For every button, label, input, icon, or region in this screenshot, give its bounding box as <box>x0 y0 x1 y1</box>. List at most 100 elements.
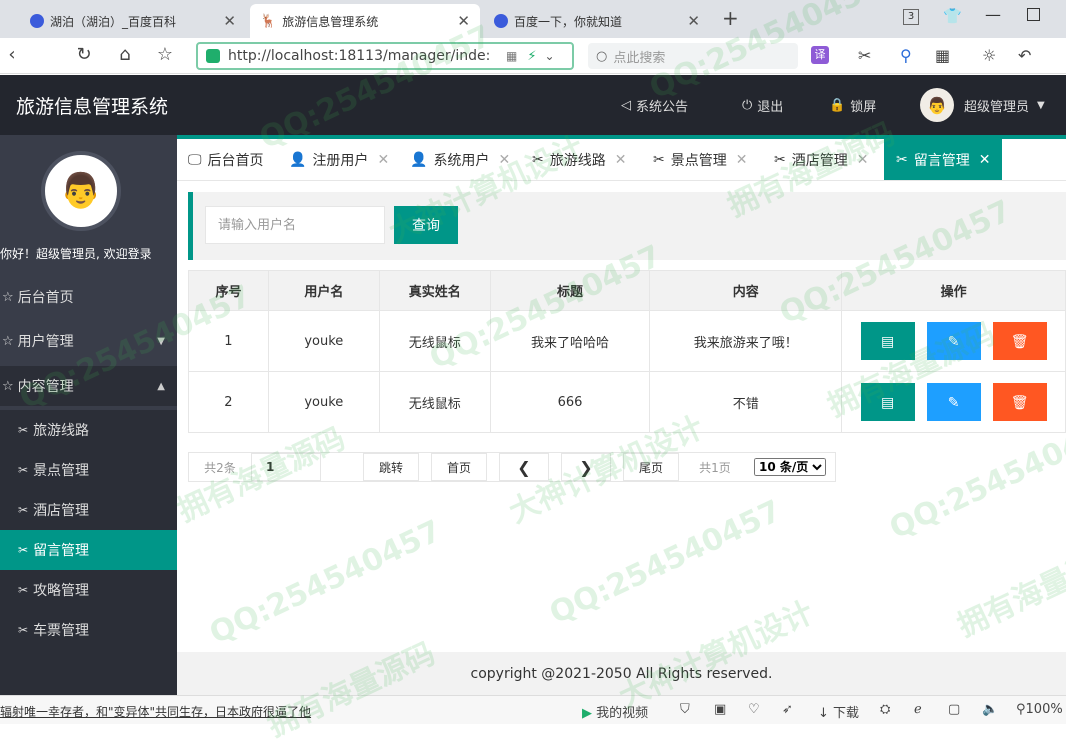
tab-home[interactable]: 🖵 后台首页 <box>188 139 264 180</box>
lightning-icon[interactable]: ⚡ <box>527 49 536 64</box>
page-size-select[interactable]: 10 条/页 <box>754 458 826 476</box>
game-icon[interactable]: ⛭ <box>880 702 890 717</box>
undo-icon[interactable]: ↶ <box>1018 46 1031 65</box>
browser-tab-title: 旅游信息管理系统 <box>282 14 379 29</box>
logout-label: 退出 <box>757 100 784 115</box>
first-page-button[interactable]: 首页 <box>431 453 487 481</box>
query-button[interactable]: 查询 <box>394 206 458 244</box>
browser-tab-baike[interactable]: 湖泊（湖泊）_百度百科 ✕ <box>20 4 246 38</box>
image-icon[interactable]: ▣ <box>714 702 726 717</box>
back-icon[interactable]: ‹ <box>0 44 24 65</box>
sidebar-item-hotel[interactable]: ✂ 酒店管理 <box>0 490 177 530</box>
star-icon[interactable]: ☆ <box>153 44 177 65</box>
browser-tab-baidu[interactable]: 百度一下，你就知道 ✕ <box>484 4 710 38</box>
tab-hotel[interactable]: ✂ 酒店管理 ✕ <box>774 139 868 180</box>
tab-count-badge[interactable]: 3 <box>903 9 919 25</box>
close-icon[interactable]: ✕ <box>457 12 470 30</box>
document-icon: ▤ <box>880 332 895 349</box>
browser-search-box[interactable]: ○ 点此搜索 <box>588 43 798 69</box>
tab-messages[interactable]: ✂ 留言管理 ✕ <box>884 139 1003 180</box>
view-button[interactable]: ▤ <box>860 322 915 360</box>
delete-button[interactable]: 🗑 <box>992 322 1047 360</box>
close-icon[interactable]: ✕ <box>687 12 700 30</box>
scissors-icon[interactable]: ✂ <box>858 46 871 65</box>
reload-icon[interactable]: ↻ <box>72 44 96 65</box>
tab-routes[interactable]: ✂ 旅游线路 ✕ <box>532 139 626 180</box>
close-icon[interactable]: ✕ <box>615 152 627 168</box>
close-icon[interactable]: ✕ <box>736 152 748 168</box>
home-icon[interactable]: ⌂ <box>113 44 137 65</box>
address-bar[interactable]: http://localhost:18113/manager/inde: ▦ ⚡… <box>196 42 574 70</box>
sidebar-item-scenic[interactable]: ✂ 景点管理 <box>0 450 177 490</box>
qr-icon[interactable]: ▦ <box>506 49 517 63</box>
maximize-icon[interactable] <box>1027 8 1040 21</box>
avatar[interactable]: 👨 <box>920 88 954 122</box>
last-page-button[interactable]: 尾页 <box>623 453 679 481</box>
lock-icon: 🔒 <box>829 98 846 113</box>
search-icon: ○ <box>596 48 608 64</box>
lock-screen-button[interactable]: 🔒 锁屏 <box>829 96 876 115</box>
edit-button[interactable]: ✎ <box>926 322 981 360</box>
heart-icon[interactable]: ♡ <box>748 702 760 717</box>
apps-grid-icon[interactable]: ▦ <box>935 46 950 65</box>
magnifier-icon[interactable]: ⚲ <box>900 46 912 65</box>
window-icon[interactable]: ▢ <box>948 702 960 717</box>
page-number-input[interactable]: 1 <box>251 453 321 481</box>
brightness-icon[interactable]: ☼ <box>982 46 996 65</box>
tools-icon: ✂ <box>18 623 29 637</box>
pencil-icon: ✎ <box>947 393 960 410</box>
browser-tab-bar: 湖泊（湖泊）_百度百科 ✕ 🦌 旅游信息管理系统 ✕ 百度一下，你就知道 ✕ +… <box>0 0 1066 38</box>
news-ticker-link[interactable]: 辐射唯一幸存者，和"变异体"共同生存，日本政府很逼了他 <box>0 703 311 720</box>
video-button[interactable]: ▶ 我的视频 <box>582 702 648 721</box>
browser-tab-active[interactable]: 🦌 旅游信息管理系统 ✕ <box>250 4 480 38</box>
notice-button[interactable]: ◁ 系统公告 <box>621 96 688 115</box>
sidebar-item-tickets[interactable]: ✂ 车票管理 <box>0 610 177 650</box>
delete-button[interactable]: 🗑 <box>992 383 1047 421</box>
sidebar-item-user-mgmt[interactable]: ☆ 用户管理 ▼ <box>0 321 177 361</box>
translate-icon[interactable]: 译 <box>811 46 829 64</box>
sidebar: 👨 你好！超级管理员, 欢迎登录 ☆ 后台首页 ☆ 用户管理 ▼ ☆ 内容管理 … <box>0 135 177 695</box>
url-text[interactable]: http://localhost:18113/manager/inde: <box>228 48 498 64</box>
shield-status-icon[interactable]: ⛉ <box>680 702 690 717</box>
next-page-button[interactable]: ❯ <box>561 453 611 481</box>
close-icon[interactable]: ✕ <box>223 12 236 30</box>
view-button[interactable]: ▤ <box>860 383 915 421</box>
sidebar-item-messages[interactable]: ✂ 留言管理 <box>0 530 177 570</box>
tools-icon: ✂ <box>18 583 29 597</box>
prev-page-button[interactable]: ❮ <box>499 453 549 481</box>
zoom-control[interactable]: ⚲100% <box>1016 702 1063 717</box>
tab-scenic[interactable]: ✂ 景点管理 ✕ <box>653 139 747 180</box>
close-icon[interactable]: ✕ <box>498 152 510 168</box>
sidebar-item-guides[interactable]: ✂ 攻略管理 <box>0 570 177 610</box>
username-search-input[interactable] <box>205 206 385 244</box>
sidebar-item-home[interactable]: ☆ 后台首页 <box>0 277 177 317</box>
page-count: 共1页 <box>699 460 731 475</box>
tab-registered-users[interactable]: 👤 注册用户 ✕ <box>289 139 389 180</box>
user-menu[interactable]: 超级管理员 ▼ <box>964 96 1045 115</box>
sidebar-item-more[interactable] <box>0 650 177 695</box>
tab-system-users[interactable]: 👤 系统用户 ✕ <box>410 139 510 180</box>
cell-content: 我来旅游来了哦！ <box>649 310 843 372</box>
star-outline-icon: ☆ <box>2 378 14 394</box>
jump-button[interactable]: 跳转 <box>363 453 419 481</box>
sidebar-item-routes[interactable]: ✂ 旅游线路 <box>0 410 177 450</box>
close-icon[interactable]: ✕ <box>857 152 869 168</box>
new-tab-button[interactable]: + <box>722 6 739 30</box>
app-title: 旅游信息管理系统 <box>16 96 169 118</box>
close-icon[interactable]: ✕ <box>377 152 389 168</box>
pagination: 共2条 1 跳转 首页 ❮ ❯ 尾页 共1页 10 条/页 <box>188 452 836 482</box>
download-button[interactable]: ↓ 下载 <box>818 702 859 721</box>
column-header: 标题 <box>489 270 651 311</box>
rocket-icon[interactable]: ➶ <box>782 702 793 717</box>
logout-button[interactable]: ⏻ 退出 <box>742 96 783 115</box>
sidebar-item-label: 内容管理 <box>17 379 74 395</box>
ie-icon[interactable]: ℯ <box>914 702 922 717</box>
minimize-icon[interactable]: — <box>985 5 1001 24</box>
chevron-down-icon[interactable]: ⌄ <box>544 49 554 63</box>
close-icon[interactable]: ✕ <box>979 152 991 168</box>
volume-icon[interactable]: 🔈 <box>982 702 998 717</box>
sidebar-item-content-mgmt[interactable]: ☆ 内容管理 ▲ <box>0 366 177 406</box>
shirt-icon[interactable]: 👕 <box>943 7 962 25</box>
tools-icon: ✂ <box>532 151 544 168</box>
edit-button[interactable]: ✎ <box>926 383 981 421</box>
